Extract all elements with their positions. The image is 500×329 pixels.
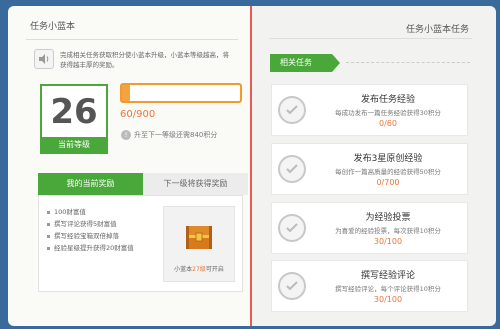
task-title: 为经验投票 — [365, 213, 411, 223]
next-level-tip: 升至下一等级还需840积分 — [134, 131, 218, 139]
check-circle-icon — [278, 214, 306, 242]
reward-list: 100财富值 撰写评论获得5财富值 撰写经验宝箱双倍掉落 经验星级提升获得20财… — [47, 206, 165, 254]
divider — [26, 39, 238, 40]
task-desc: 为喜爱的经验投票，每次获得10积分 — [335, 227, 441, 235]
chest-box[interactable]: 小蓝本27级可开启 — [163, 206, 235, 282]
task-title: 发布3星原创经验 — [353, 154, 423, 164]
level-number: 26 — [50, 92, 98, 132]
task-progress: 30/100 — [373, 237, 403, 246]
level-label: 当前等级 — [42, 137, 106, 152]
speaker-icon[interactable] — [34, 49, 54, 69]
reward-item: 撰写经验宝箱双倍掉落 — [47, 230, 165, 242]
progress-text: 60/900 — [120, 109, 156, 120]
task-desc: 每成功发布一篇任务经验获得30积分 — [335, 109, 441, 117]
intro-text: 完成相关任务获取积分使小蓝本升级，小蓝本等级越高，将获得越丰厚的奖励。 — [60, 51, 229, 69]
dashed-divider — [346, 62, 470, 63]
task-card[interactable]: 发布3星原创经验 每创作一篇高质量的经验获得50积分 0/700 — [271, 143, 468, 195]
check-circle-icon — [278, 155, 306, 183]
left-page: 任务小蓝本 完成相关任务获取积分使小蓝本升级，小蓝本等级越高，将获得越丰厚的奖励… — [8, 6, 252, 326]
check-circle-icon — [278, 272, 306, 300]
level-card: 26 当前等级 — [40, 84, 108, 154]
task-card[interactable]: 为经验投票 为喜爱的经验投票，每次获得10积分 30/100 — [271, 202, 468, 254]
reward-item: 撰写评论获得5财富值 — [47, 218, 165, 230]
check-circle-icon — [278, 96, 306, 124]
reward-item: 100财富值 — [47, 206, 165, 218]
progress-fill — [122, 85, 130, 101]
task-title: 撰写经验评论 — [360, 271, 415, 281]
reward-item: 经验星级提升获得20财富值 — [47, 242, 165, 254]
task-title: 发布任务经验 — [360, 95, 415, 105]
left-page-title: 任务小蓝本 — [30, 22, 76, 32]
level-progress-bar — [120, 83, 242, 103]
treasure-chest-icon — [186, 226, 212, 249]
info-icon: ! — [121, 130, 131, 140]
task-card[interactable]: 撰写经验评论 撰写经验评论，每个评论获得10积分 30/100 — [271, 260, 468, 312]
task-progress: 30/100 — [373, 295, 403, 304]
task-desc: 每创作一篇高质量的经验获得50积分 — [335, 168, 441, 176]
divider — [270, 38, 472, 39]
task-card[interactable]: 发布任务经验 每成功发布一篇任务经验获得30积分 0/60 — [271, 84, 468, 136]
task-desc: 撰写经验评论，每个评论获得10积分 — [335, 285, 441, 293]
tab-next-rewards[interactable]: 下一级将获得奖励 — [143, 173, 248, 195]
task-progress: 0/60 — [379, 119, 397, 128]
section-tag: 相关任务 — [270, 54, 340, 72]
reward-panel: 100财富值 撰写评论获得5财富值 撰写经验宝箱双倍掉落 经验星级提升获得20财… — [38, 195, 243, 292]
right-page-title: 任务小蓝本任务 — [406, 25, 470, 35]
tab-current-rewards[interactable]: 我的当前奖励 — [38, 173, 143, 195]
task-progress: 0/700 — [376, 178, 400, 187]
chest-caption: 小蓝本27级可开启 — [174, 266, 224, 273]
